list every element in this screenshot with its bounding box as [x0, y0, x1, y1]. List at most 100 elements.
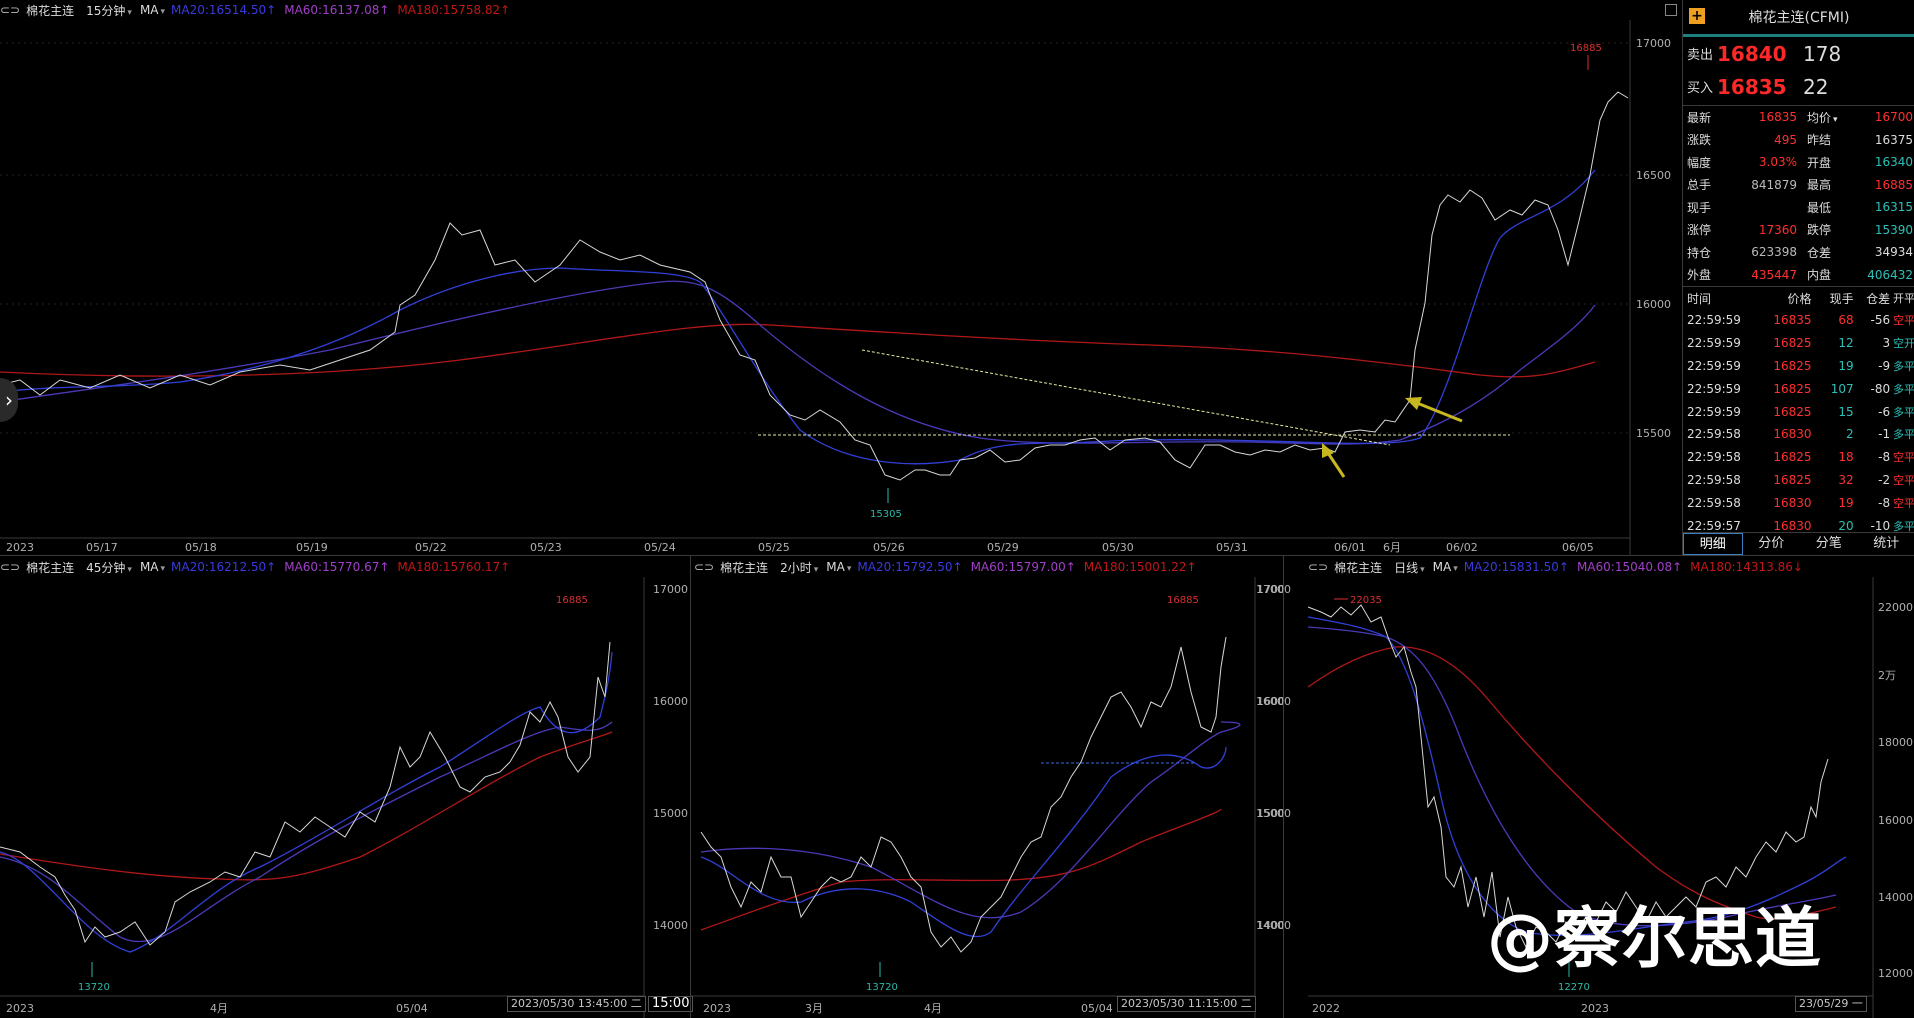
ma20-line	[700, 746, 1227, 938]
trade-price: 16825	[1773, 336, 1812, 351]
trade-row: 22:59:58 16830 19 -8 空平	[1683, 491, 1914, 514]
quote-title: + 棉花主连(CFMI)	[1683, 0, 1914, 37]
x-tick: 05/18	[185, 541, 217, 554]
trade-volume: 18	[1838, 450, 1854, 465]
trade-price: 16825	[1773, 472, 1812, 487]
tab-price[interactable]: 分价	[1743, 533, 1801, 555]
col-volume: 现手	[1829, 291, 1854, 306]
symbol-name[interactable]: 棉花主连	[720, 559, 768, 576]
bl-chart[interactable]: 17000 16000 15000 14000 2023 4月 05/04 16…	[0, 577, 690, 1018]
trade-volume: 2	[1846, 427, 1854, 442]
trade-type: 多平	[1893, 382, 1914, 396]
stat-value: 406432	[1867, 267, 1913, 282]
period-selector[interactable]: 45分钟 ▾	[86, 559, 132, 576]
top-chart[interactable]: 17000 16500 16000 15500 2023 05/17 05/18…	[0, 20, 1680, 555]
link-icon[interactable]: ⊂⊃	[0, 560, 20, 574]
stat-label: 最低	[1807, 200, 1832, 215]
ma60-value: MA60:16137.08↑	[284, 3, 390, 17]
trade-row: 22:59:59 16835 68 -56 空平	[1683, 309, 1914, 332]
symbol-name[interactable]: 棉花主连	[26, 2, 74, 19]
trade-price: 16825	[1773, 450, 1812, 465]
trade-oi: 3	[1882, 336, 1891, 351]
indicator-selector[interactable]: MA ▾	[140, 560, 165, 574]
trade-row: 22:59:58 16830 2 -1 多平	[1683, 423, 1914, 446]
y-tick: 15000	[1256, 807, 1291, 820]
trade-row: 22:59:58 16825 18 -8 空平	[1683, 446, 1914, 469]
trade-price: 16825	[1773, 381, 1812, 396]
high-label: 16885	[1167, 595, 1199, 606]
symbol-name[interactable]: 棉花主连	[1334, 559, 1382, 576]
y-tick: 14000	[653, 919, 688, 932]
ma60-line	[0, 280, 1596, 445]
y-tick: 2万	[1878, 669, 1896, 682]
stat-row: 幅度 3.03% 开盘 16340	[1683, 151, 1914, 174]
trade-volume: 107	[1830, 381, 1854, 396]
x-tick: 2023	[6, 541, 34, 554]
y-tick: 17000	[1636, 37, 1671, 50]
price-line	[0, 641, 611, 946]
period-selector[interactable]: 日线 ▾	[1394, 559, 1425, 576]
stat-value: 3.03%	[1758, 155, 1797, 170]
link-icon[interactable]: ⊂⊃	[0, 3, 20, 17]
bl-chart-header: ⊂⊃ 棉花主连 45分钟 ▾ MA ▾ MA20:16212.50↑ MA60:15…	[0, 557, 640, 577]
symbol-name[interactable]: 棉花主连	[26, 559, 74, 576]
ma60-line	[1307, 626, 1837, 927]
high-label: 16885	[556, 595, 588, 606]
trade-oi: -8	[1878, 495, 1891, 510]
trade-price: 16830	[1773, 427, 1812, 442]
sell-row: 卖出 16840 178	[1683, 37, 1914, 70]
stat-row: 总手 841879 最高 16885	[1683, 174, 1914, 197]
ma20-value: MA20:16514.50↑	[171, 3, 277, 17]
x-tick: 2022	[1312, 1002, 1340, 1015]
ma20-line	[0, 169, 1596, 465]
indicator-selector[interactable]: MA ▾	[1433, 560, 1458, 574]
trade-volume: 20	[1838, 518, 1854, 533]
ma180-line	[1307, 646, 1837, 920]
low-label: 12270	[1558, 982, 1590, 993]
tab-detail[interactable]: 明细	[1683, 533, 1743, 555]
indicator-selector[interactable]: MA ▾	[140, 3, 165, 17]
stat-value: 16700	[1874, 110, 1913, 125]
period-selector[interactable]: 2小时 ▾	[780, 559, 818, 576]
sell-volume: 178	[1803, 41, 1842, 66]
stat-label: 昨结	[1807, 133, 1832, 148]
ma20-value: MA20:15831.50↑	[1463, 560, 1569, 574]
stat-value: 16315	[1874, 200, 1913, 215]
trade-type: 多平	[1893, 359, 1914, 373]
divider	[0, 555, 1914, 556]
link-icon[interactable]: ⊂⊃	[1308, 560, 1328, 574]
trend-line	[861, 349, 1391, 446]
stat-value: 16885	[1874, 177, 1913, 192]
crosshair-time: 2023/05/30 13:45:00 二	[507, 996, 646, 1012]
high-label: 16885	[1570, 43, 1602, 54]
x-tick: 4月	[210, 1002, 228, 1015]
tab-stats[interactable]: 统计	[1858, 533, 1914, 555]
stat-label: 外盘	[1687, 268, 1712, 283]
trade-time: 22:59:58	[1687, 427, 1741, 442]
bm-chart[interactable]: 17000 16000 15000 14000 2023 3月 4月 05/04…	[691, 577, 1283, 1018]
stat-label: 涨停	[1687, 223, 1712, 238]
stat-row: 现手 最低 16315	[1683, 196, 1914, 219]
buy-row: 买入 16835 22	[1683, 70, 1914, 103]
x-tick: 06/01	[1334, 541, 1366, 554]
x-tick: 06/02	[1446, 541, 1478, 554]
link-icon[interactable]: ⊂⊃	[694, 560, 714, 574]
trade-time: 22:59:59	[1687, 358, 1741, 373]
stat-value: 16340	[1874, 155, 1913, 170]
trade-oi: -2	[1878, 472, 1891, 487]
ma180-value: MA180:14313.86↓	[1690, 560, 1803, 574]
trade-time: 22:59:59	[1687, 381, 1741, 396]
add-icon[interactable]: +	[1689, 8, 1705, 24]
stat-label: 总手	[1687, 178, 1712, 193]
period-selector[interactable]: 15分钟 ▾	[86, 2, 132, 19]
x-tick: 4月	[924, 1002, 942, 1015]
maximize-icon[interactable]	[1665, 4, 1677, 16]
stat-row: 持仓 623398 仓差 34934	[1683, 241, 1914, 264]
y-tick: 12000	[1878, 967, 1913, 980]
trade-type: 空平	[1893, 314, 1914, 328]
indicator-selector[interactable]: MA ▾	[826, 560, 851, 574]
trade-row: 22:59:58 16825 32 -2 空平	[1683, 469, 1914, 492]
buy-volume: 22	[1803, 74, 1829, 99]
y-tick: 14000	[1256, 919, 1291, 932]
tab-ticks[interactable]: 分笔	[1800, 533, 1858, 555]
